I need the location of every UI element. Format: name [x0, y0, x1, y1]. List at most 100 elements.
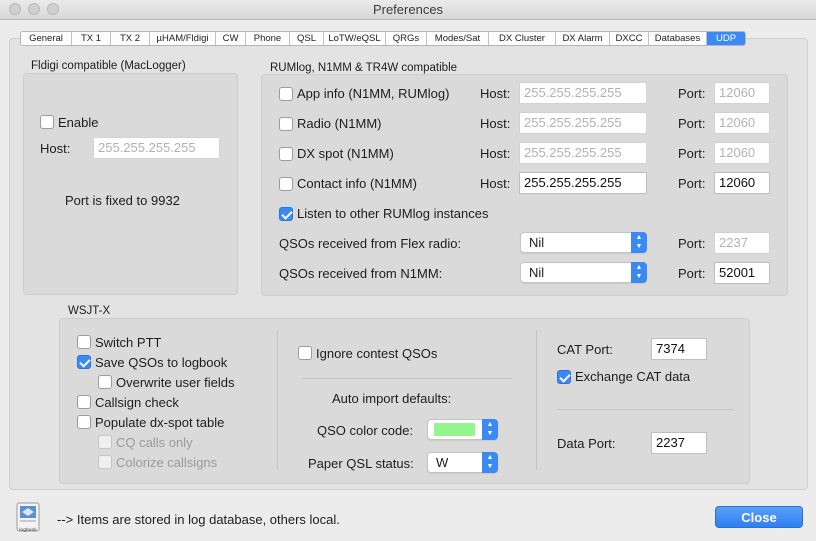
- dx-spot-host-input[interactable]: 255.255.255.255: [519, 142, 647, 164]
- contact-info-port-label: Port:: [678, 176, 706, 191]
- flex-port-label: Port:: [678, 236, 706, 251]
- cq-calls-only-checkbox[interactable]: [98, 435, 112, 449]
- tab-databases[interactable]: Databases: [649, 32, 707, 45]
- app-info-host-input[interactable]: 255.255.255.255: [519, 82, 647, 104]
- cat-port-input[interactable]: 7374: [651, 338, 707, 360]
- fldigi-host-label: Host:: [40, 141, 71, 156]
- close-window-icon[interactable]: [9, 3, 21, 15]
- logbook-icon: logbook: [14, 500, 44, 536]
- flex-radio-select[interactable]: Nil ▲ ▼: [520, 232, 647, 253]
- qso-color-label: QSO color code:: [317, 423, 414, 438]
- title-bar: Preferences: [0, 0, 816, 20]
- colorize-callsigns-label: Colorize callsigns: [116, 455, 218, 470]
- wsjtx-group-title: WSJT-X: [68, 305, 111, 317]
- flex-port-input[interactable]: 2237: [714, 232, 770, 254]
- n1mm-select[interactable]: Nil ▲ ▼: [520, 262, 647, 283]
- chevron-updown-icon: ▲ ▼: [631, 232, 647, 253]
- tab-general[interactable]: General: [21, 32, 72, 45]
- chevron-updown-icon: ▲ ▼: [631, 262, 647, 283]
- rumlog-group-title: RUMlog, N1MM & TR4W compatible: [270, 62, 458, 74]
- minimize-window-icon[interactable]: [28, 3, 40, 15]
- switch-ptt-label: Switch PTT: [95, 335, 162, 350]
- qso-color-swatch: [434, 423, 475, 436]
- tab-qrgs[interactable]: QRGs: [386, 32, 427, 45]
- app-info-port-input[interactable]: 12060: [714, 82, 770, 104]
- contact-info-host-label: Host:: [480, 176, 511, 191]
- radio-label: Radio (N1MM): [297, 116, 382, 131]
- cat-divider: [557, 409, 733, 410]
- radio-checkbox[interactable]: [279, 117, 293, 131]
- contact-info-label: Contact info (N1MM): [297, 176, 417, 191]
- callsign-check-label: Callsign check: [95, 395, 179, 410]
- logbook-icon-caption: logbook: [19, 527, 37, 533]
- populate-dx-spot-checkbox[interactable]: [77, 415, 91, 429]
- tab-dx-cluster[interactable]: DX Cluster: [489, 32, 556, 45]
- qso-color-select[interactable]: ▲ ▼: [427, 419, 498, 440]
- tab-tx1[interactable]: TX 1: [72, 32, 111, 45]
- app-info-label: App info (N1MM, RUMlog): [297, 86, 450, 101]
- paper-qsl-select[interactable]: W ▲ ▼: [427, 452, 498, 473]
- tab-lotw-eqsl[interactable]: LoTW/eQSL: [324, 32, 386, 45]
- data-port-label: Data Port:: [557, 436, 616, 451]
- dx-spot-port-input[interactable]: 12060: [714, 142, 770, 164]
- listen-rumlog-checkbox[interactable]: [279, 207, 293, 221]
- wsjtx-divider-left: [277, 330, 278, 470]
- tab-dxcc[interactable]: DXCC: [610, 32, 649, 45]
- tab-tx2[interactable]: TX 2: [111, 32, 150, 45]
- dx-spot-checkbox[interactable]: [279, 147, 293, 161]
- radio-host-label: Host:: [480, 116, 511, 131]
- overwrite-user-fields-label: Overwrite user fields: [116, 375, 235, 390]
- n1mm-value: Nil: [529, 265, 545, 280]
- exchange-cat-checkbox[interactable]: [557, 370, 571, 384]
- auto-import-divider: [302, 378, 512, 379]
- save-qsos-label: Save QSOs to logbook: [95, 355, 228, 370]
- window-title: Preferences: [372, 2, 444, 17]
- paper-qsl-label: Paper QSL status:: [308, 456, 414, 471]
- fldigi-enable-checkbox[interactable]: [40, 115, 54, 129]
- radio-host-input[interactable]: 255.255.255.255: [519, 112, 647, 134]
- cq-calls-only-label: CQ calls only: [116, 435, 193, 450]
- colorize-callsigns-checkbox[interactable]: [98, 455, 112, 469]
- footer-note: --> Items are stored in log database, ot…: [57, 512, 340, 527]
- n1mm-label: QSOs received from N1MM:: [279, 266, 443, 281]
- tab-dx-alarm[interactable]: DX Alarm: [556, 32, 610, 45]
- fldigi-port-note: Port is fixed to 9932: [65, 193, 180, 208]
- chevron-updown-icon: ▲ ▼: [482, 419, 498, 440]
- tab-uham-fldigi[interactable]: µHAM/Fldigi: [150, 32, 216, 45]
- radio-port-input[interactable]: 12060: [714, 112, 770, 134]
- contact-info-port-input[interactable]: 12060: [714, 172, 770, 194]
- wsjtx-divider-right: [536, 330, 537, 470]
- callsign-check-checkbox[interactable]: [77, 395, 91, 409]
- exchange-cat-label: Exchange CAT data: [575, 369, 691, 384]
- tab-modes-sat[interactable]: Modes/Sat: [427, 32, 489, 45]
- contact-info-checkbox[interactable]: [279, 177, 293, 191]
- flex-radio-value: Nil: [529, 235, 545, 250]
- n1mm-port-label: Port:: [678, 266, 706, 281]
- tab-udp[interactable]: UDP: [707, 32, 745, 45]
- tab-bar: General TX 1 TX 2 µHAM/Fldigi CW Phone Q…: [20, 31, 746, 46]
- dx-spot-host-label: Host:: [480, 146, 511, 161]
- fldigi-group-title: Fldigi compatible (MacLogger): [31, 60, 186, 72]
- tab-qsl[interactable]: QSL: [290, 32, 324, 45]
- populate-dx-spot-label: Populate dx-spot table: [95, 415, 225, 430]
- auto-import-label: Auto import defaults:: [332, 391, 452, 406]
- dx-spot-port-label: Port:: [678, 146, 706, 161]
- close-button[interactable]: Close: [715, 506, 803, 528]
- n1mm-port-input[interactable]: 52001: [714, 262, 770, 284]
- ignore-contest-checkbox[interactable]: [298, 346, 312, 360]
- app-info-host-label: Host:: [480, 86, 511, 101]
- cat-port-label: CAT Port:: [557, 342, 613, 357]
- tab-cw[interactable]: CW: [216, 32, 246, 45]
- radio-port-label: Port:: [678, 116, 706, 131]
- ignore-contest-label: Ignore contest QSOs: [316, 346, 438, 361]
- tab-phone[interactable]: Phone: [246, 32, 290, 45]
- fldigi-host-input[interactable]: 255.255.255.255: [93, 137, 220, 159]
- data-port-input[interactable]: 2237: [651, 432, 707, 454]
- save-qsos-checkbox[interactable]: [77, 355, 91, 369]
- paper-qsl-value: W: [436, 455, 449, 470]
- zoom-window-icon[interactable]: [47, 3, 59, 15]
- switch-ptt-checkbox[interactable]: [77, 335, 91, 349]
- contact-info-host-input[interactable]: 255.255.255.255: [519, 172, 647, 194]
- overwrite-user-fields-checkbox[interactable]: [98, 375, 112, 389]
- app-info-checkbox[interactable]: [279, 87, 293, 101]
